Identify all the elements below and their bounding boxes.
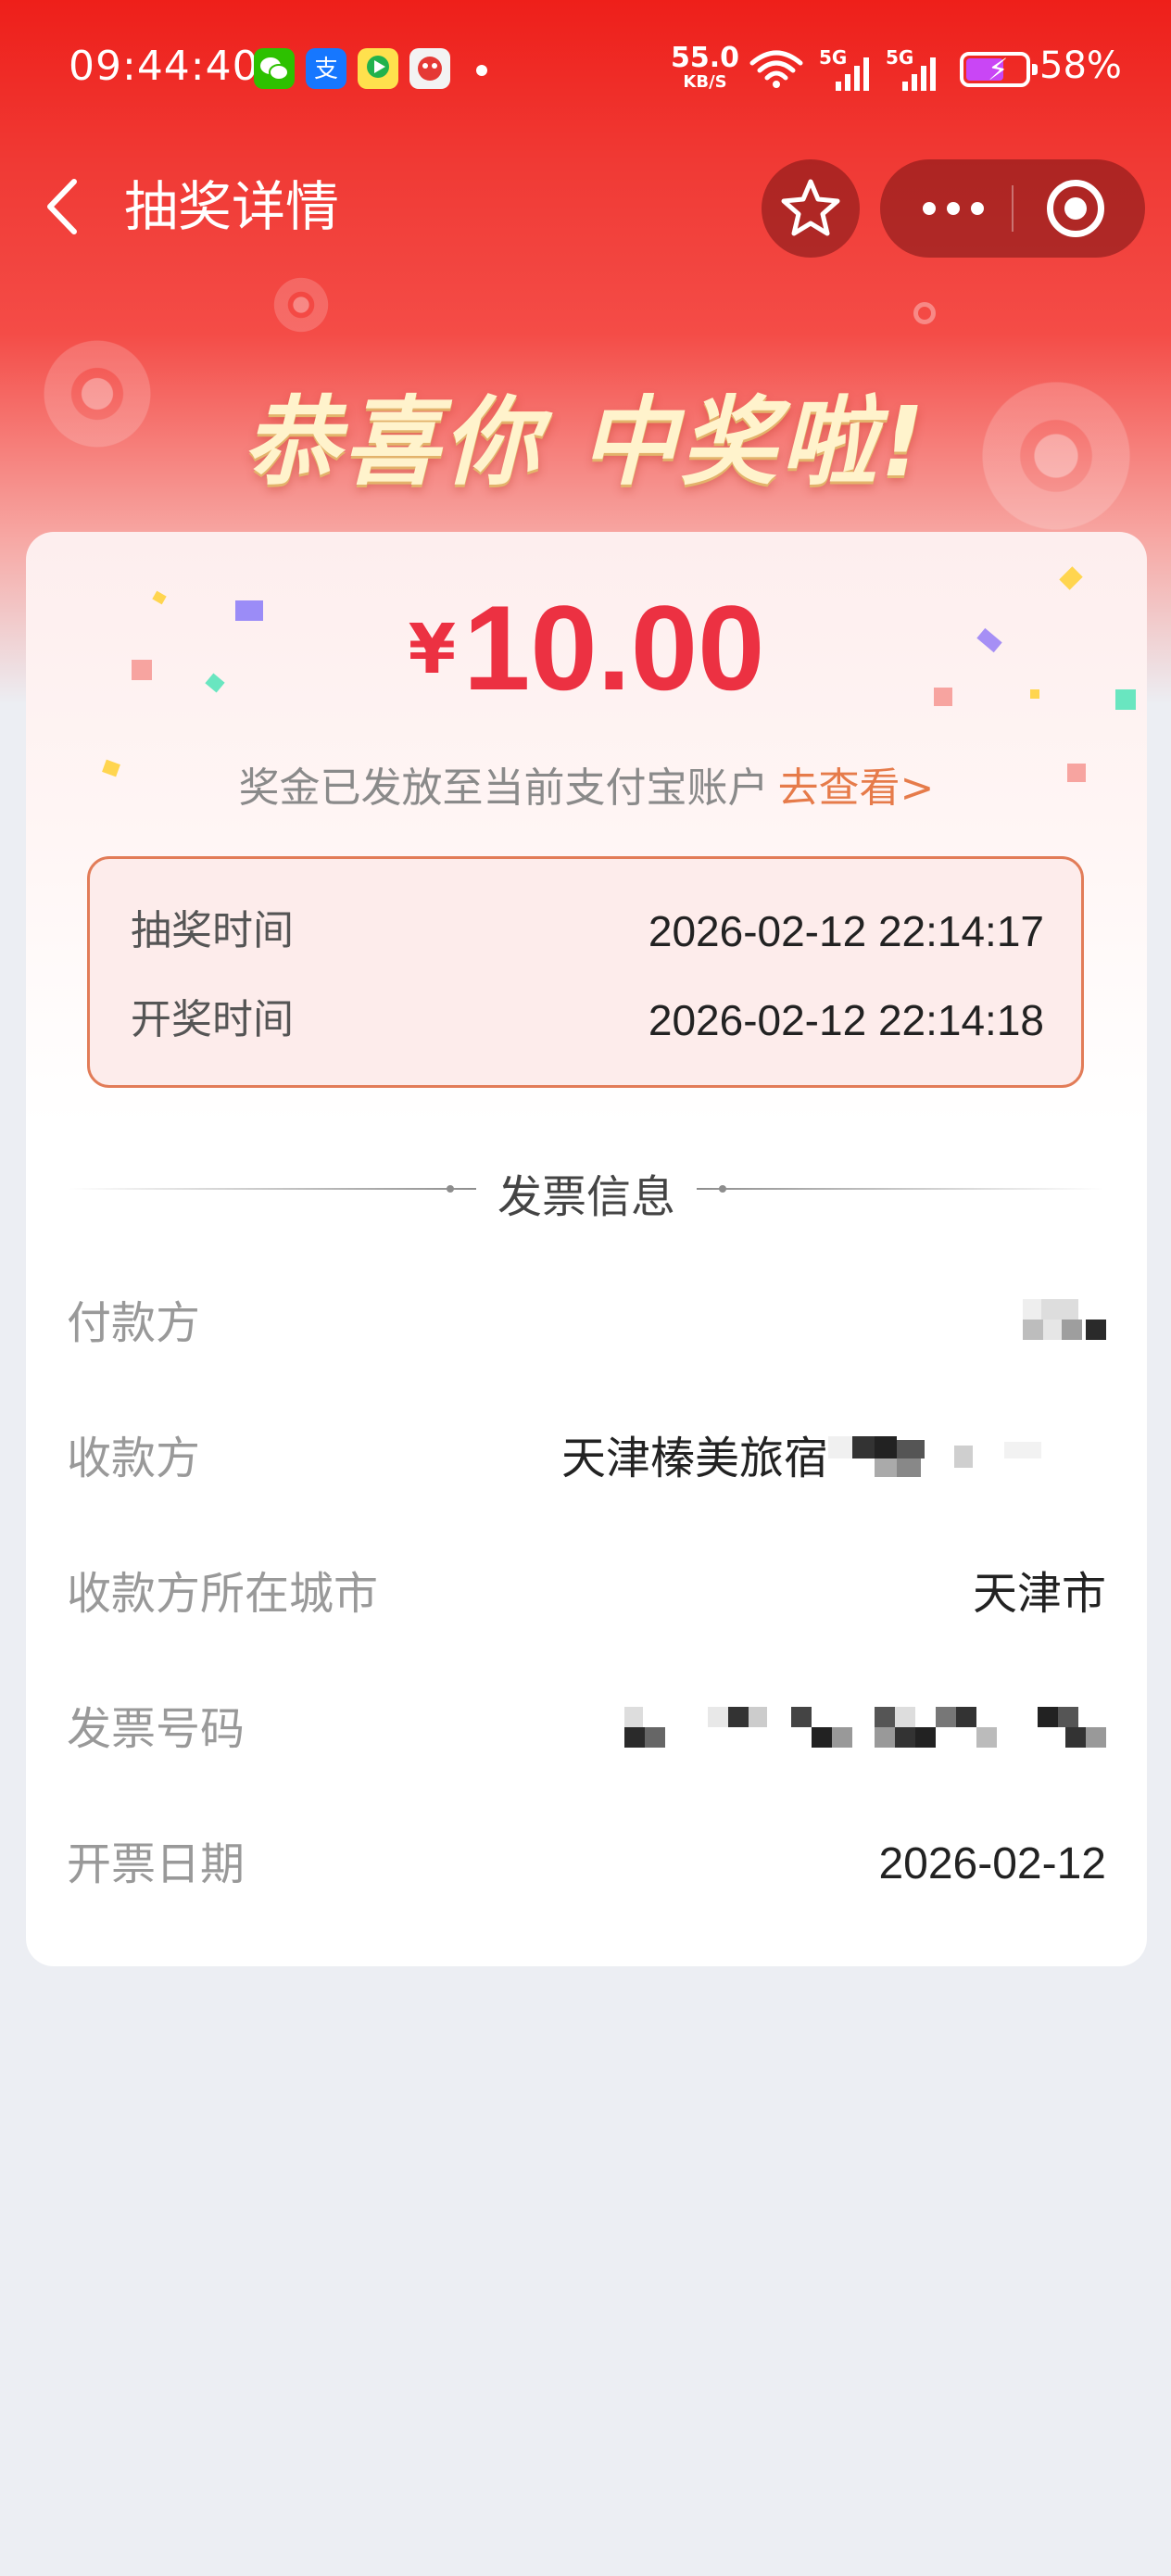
game-app-icon xyxy=(409,48,450,89)
congrats-banner: 恭喜你 中奖啦! xyxy=(243,385,928,499)
network-speed: 55.0 KB/S xyxy=(671,44,739,91)
battery-percent: 58% xyxy=(1039,44,1122,87)
status-bar: 09:44:40 支 55.0 KB/S 5G 5G ⚡ 58% xyxy=(0,0,1171,139)
draw-time-row: 抽奖时间 2026-02-12 22:14:17 xyxy=(131,903,1044,959)
redacted-mosaic xyxy=(828,1436,1106,1479)
draw-time-label: 抽奖时间 xyxy=(131,907,294,954)
star-icon xyxy=(781,179,840,236)
signal-sim2: 5G xyxy=(886,46,945,93)
mini-program-capsule xyxy=(880,159,1145,258)
invoice-row-payee: 收款方 天津榛美旅宿 xyxy=(67,1421,1106,1496)
currency-symbol: ¥ xyxy=(408,610,457,689)
charging-bolt-icon: ⚡ xyxy=(988,52,1009,87)
invoice-row-number: 发票号码 xyxy=(67,1692,1106,1766)
redacted-mosaic xyxy=(624,1707,1106,1749)
invoice-row-payer: 付款方 xyxy=(67,1286,1106,1360)
invoice-row-date: 开票日期 2026-02-12 xyxy=(67,1827,1106,1901)
alipay-icon: 支 xyxy=(306,48,346,89)
invoice-section-title: 发票信息 xyxy=(497,1171,675,1223)
reveal-time-label: 开奖时间 xyxy=(131,996,294,1043)
signal-bars-icon xyxy=(902,57,941,91)
draw-time-value: 2026-02-12 22:14:17 xyxy=(648,907,1044,955)
payee-city-label: 收款方所在城市 xyxy=(67,1568,379,1620)
network-speed-unit: KB/S xyxy=(683,72,727,92)
target-close-icon[interactable] xyxy=(1047,180,1104,237)
svg-text:支: 支 xyxy=(314,56,338,83)
more-dots-icon[interactable] xyxy=(923,202,984,215)
view-account-link[interactable]: 去查看> xyxy=(778,764,935,812)
invoice-row-city: 收款方所在城市 天津市 xyxy=(67,1557,1106,1631)
redacted-mosaic xyxy=(1023,1299,1106,1345)
payout-notice-text: 奖金已发放至当前支付宝账户 xyxy=(238,764,769,812)
payee-label: 收款方 xyxy=(67,1433,201,1484)
reveal-time-row: 开奖时间 2026-02-12 22:14:18 xyxy=(131,992,1044,1048)
status-time: 09:44:40 xyxy=(69,43,259,90)
invoice-number-label: 发票号码 xyxy=(67,1703,246,1755)
notification-dot xyxy=(476,65,487,76)
video-app-icon xyxy=(358,48,398,89)
invoice-date-label: 开票日期 xyxy=(67,1838,246,1890)
network-speed-value: 55.0 xyxy=(671,42,740,74)
confetti-decoration xyxy=(1059,566,1083,590)
prize-card: ¥10.00 奖金已发放至当前支付宝账户 去查看> 抽奖时间 2026-02-12… xyxy=(26,532,1147,1966)
payee-city-value: 天津市 xyxy=(972,1568,1106,1620)
page-title: 抽奖详情 xyxy=(124,175,340,238)
ring-decoration xyxy=(913,302,936,324)
wechat-icon xyxy=(254,48,295,89)
flower-decoration xyxy=(271,274,332,335)
signal-bars-icon xyxy=(836,57,875,91)
payout-notice: 奖金已发放至当前支付宝账户 去查看> xyxy=(26,754,1147,814)
reveal-time-value: 2026-02-12 22:14:18 xyxy=(648,996,1044,1044)
invoice-section-header: 发票信息 xyxy=(26,1151,1147,1225)
wifi-icon xyxy=(749,50,803,88)
battery-icon: ⚡ xyxy=(960,52,1038,87)
payee-value: 天津榛美旅宿 xyxy=(560,1433,828,1484)
draw-time-box: 抽奖时间 2026-02-12 22:14:17 开奖时间 2026-02-12… xyxy=(87,856,1084,1088)
back-button[interactable] xyxy=(37,172,93,241)
payer-label: 付款方 xyxy=(67,1297,201,1349)
signal-sim1: 5G xyxy=(819,46,878,93)
amount-value: 10.00 xyxy=(463,580,765,715)
capsule-divider xyxy=(1012,185,1014,232)
chevron-left-icon xyxy=(47,179,77,234)
battery-tip xyxy=(1032,64,1038,75)
invoice-date-value: 2026-02-12 xyxy=(878,1839,1106,1888)
prize-amount: ¥10.00 xyxy=(26,587,1147,708)
favorite-button[interactable] xyxy=(762,159,860,258)
